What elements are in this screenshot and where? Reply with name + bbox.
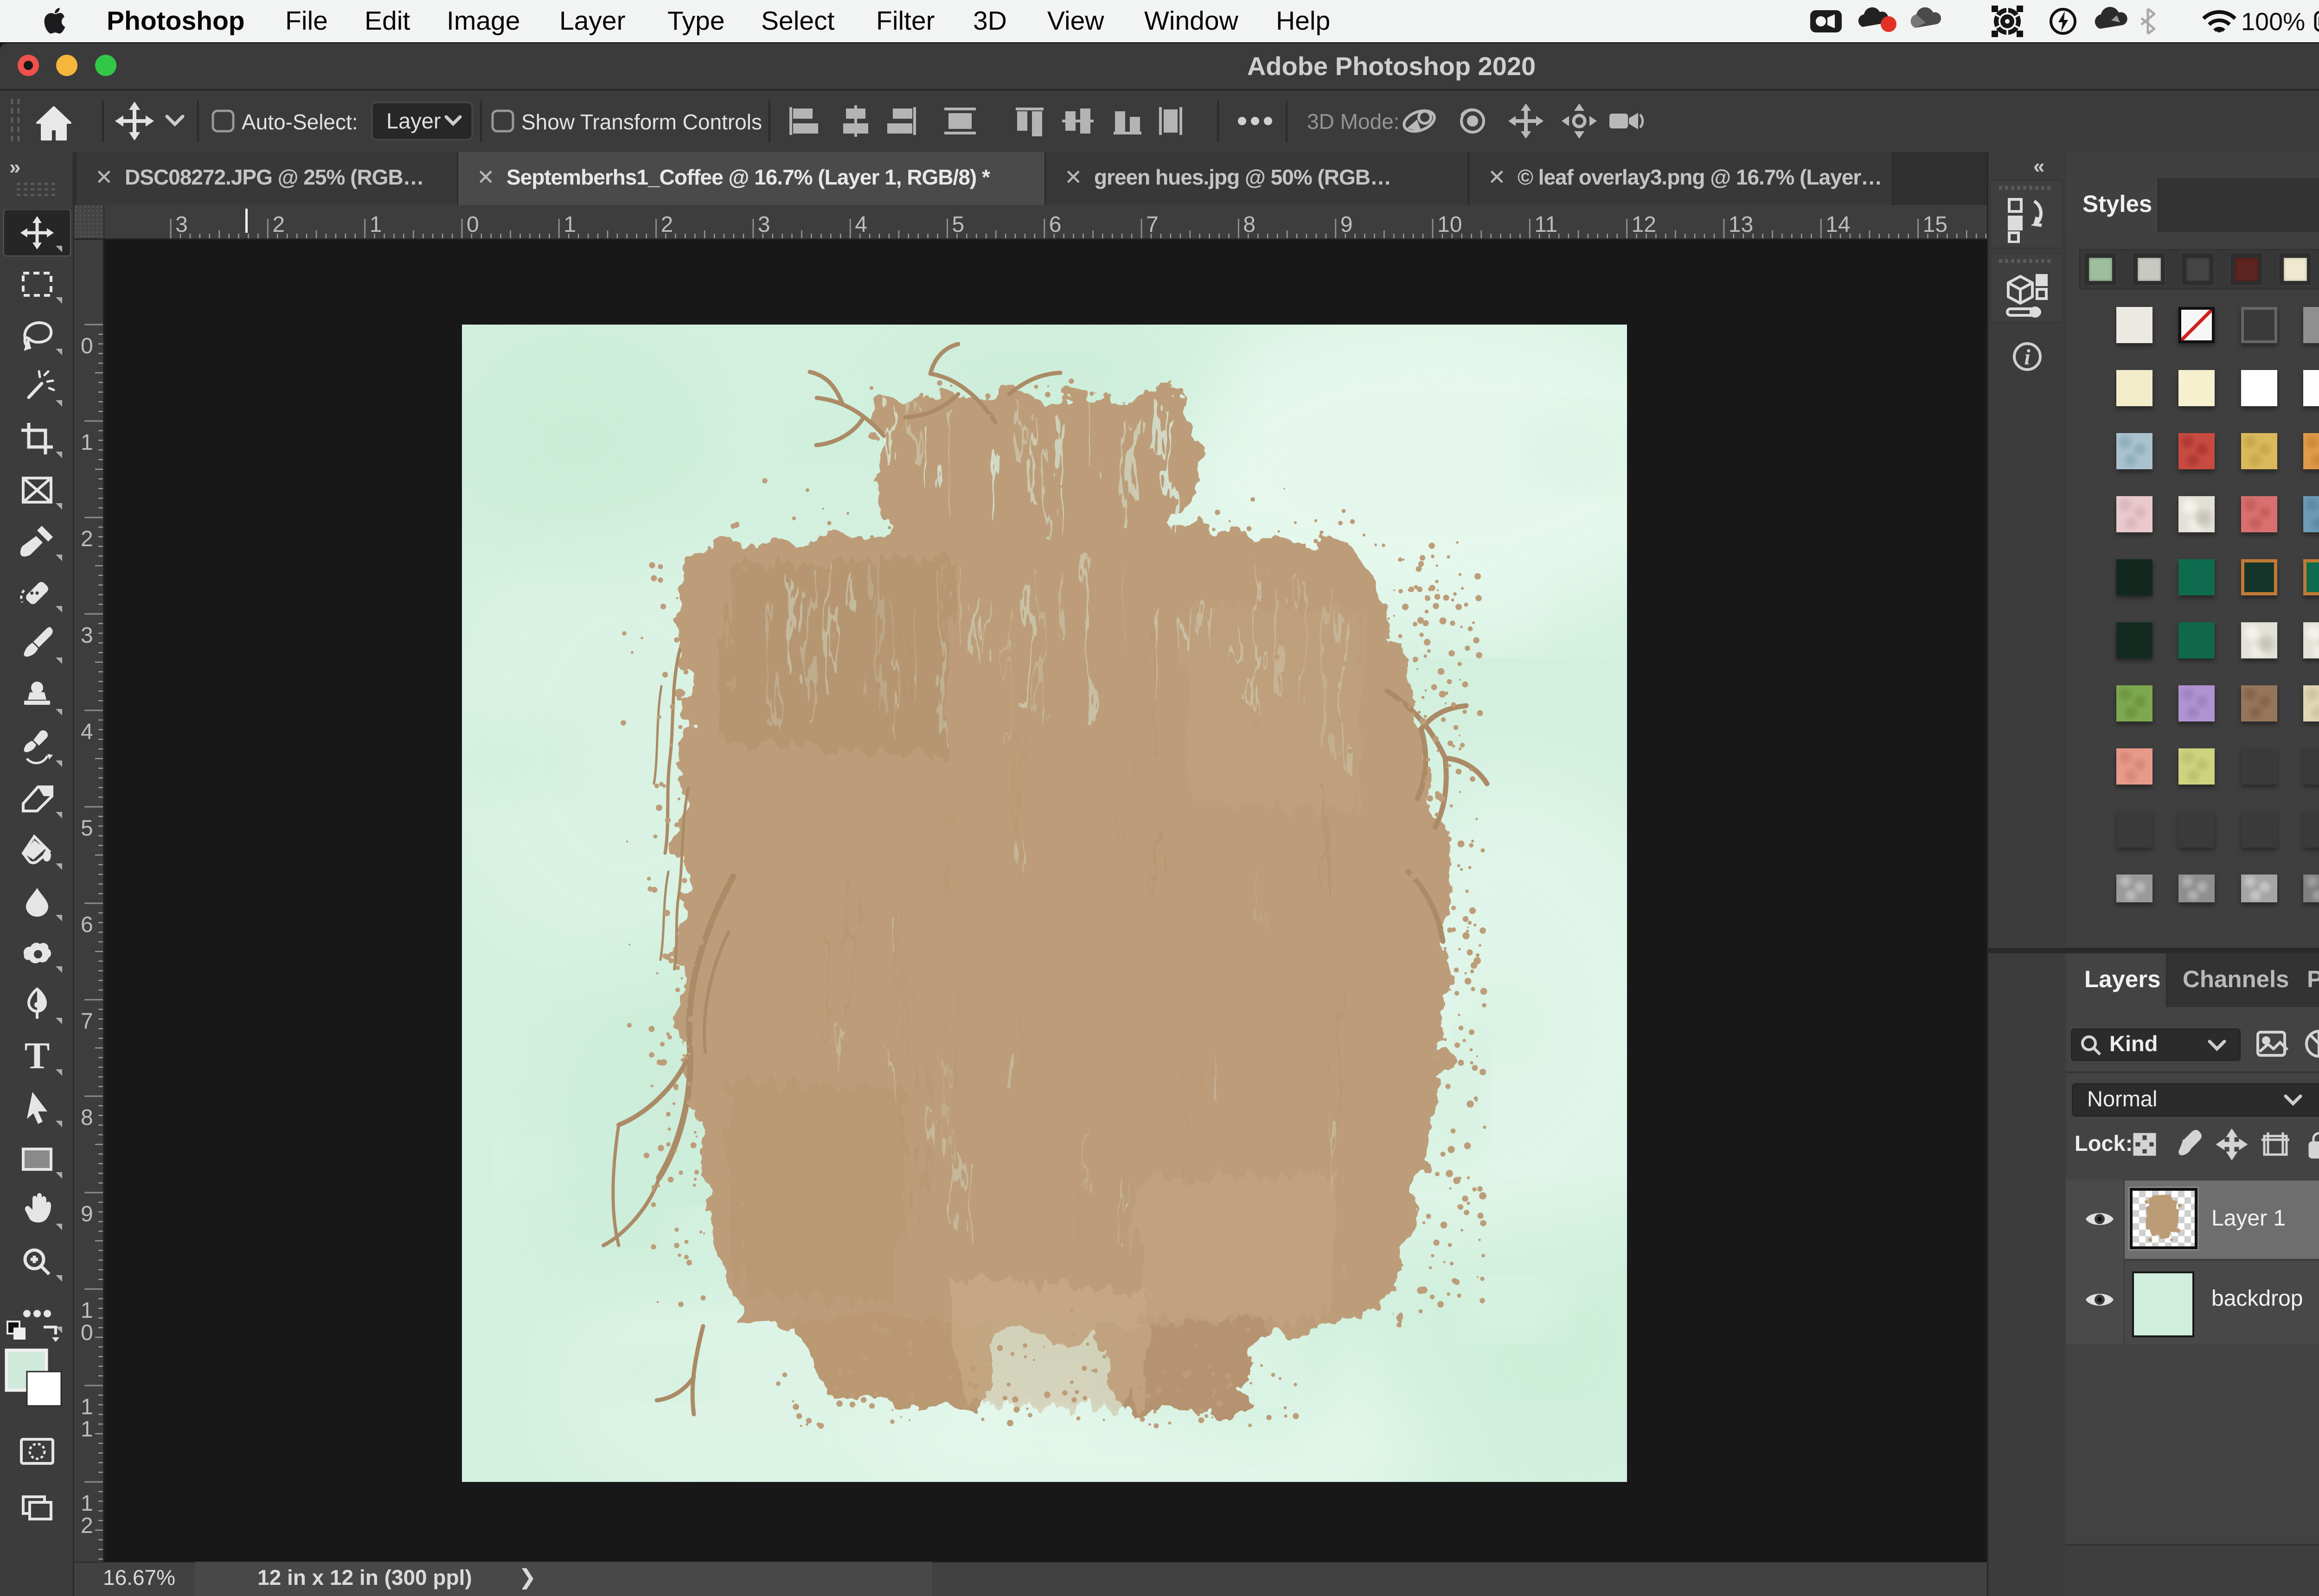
svg-text:4: 4 bbox=[855, 212, 867, 237]
svg-text:100%: 100% bbox=[2241, 8, 2305, 36]
svg-text:2: 2 bbox=[661, 212, 673, 237]
svg-text:2: 2 bbox=[81, 1513, 93, 1538]
svg-text:4: 4 bbox=[81, 720, 93, 744]
svg-text:1: 1 bbox=[81, 1417, 93, 1442]
svg-text:Show Transform Controls: Show Transform Controls bbox=[521, 110, 762, 134]
svg-text:T: T bbox=[25, 1034, 50, 1077]
svg-text:2: 2 bbox=[272, 212, 285, 237]
svg-text:Layer: Layer bbox=[386, 109, 441, 133]
svg-text:3: 3 bbox=[81, 623, 93, 648]
svg-text:0: 0 bbox=[467, 212, 479, 237]
svg-text:12: 12 bbox=[1632, 212, 1656, 237]
svg-text:3: 3 bbox=[175, 212, 188, 237]
svg-text:10: 10 bbox=[1437, 212, 1462, 237]
svg-text:3D Mode:: 3D Mode: bbox=[1307, 109, 1399, 134]
svg-text:13: 13 bbox=[1729, 212, 1753, 237]
svg-text:Auto-Select:: Auto-Select: bbox=[242, 110, 358, 134]
svg-text:6: 6 bbox=[81, 913, 93, 937]
svg-text:1: 1 bbox=[81, 1395, 93, 1419]
svg-text:5: 5 bbox=[81, 816, 93, 841]
svg-text:7: 7 bbox=[81, 1009, 93, 1034]
svg-text:2: 2 bbox=[81, 527, 93, 551]
svg-text:0: 0 bbox=[81, 1321, 93, 1345]
svg-text:0: 0 bbox=[81, 334, 93, 358]
svg-text:11: 11 bbox=[1534, 212, 1557, 237]
svg-text:14: 14 bbox=[1826, 212, 1850, 237]
svg-text:8: 8 bbox=[1243, 212, 1256, 237]
svg-text:15: 15 bbox=[1923, 212, 1947, 237]
svg-text:8: 8 bbox=[81, 1105, 93, 1130]
svg-text:9: 9 bbox=[81, 1202, 93, 1226]
svg-text:6: 6 bbox=[1049, 212, 1062, 237]
svg-text:1: 1 bbox=[81, 430, 93, 455]
svg-text:i: i bbox=[2024, 345, 2031, 370]
svg-text:1: 1 bbox=[81, 1491, 93, 1516]
svg-text:9: 9 bbox=[1340, 212, 1353, 237]
svg-text:1: 1 bbox=[370, 212, 382, 237]
svg-text:5: 5 bbox=[952, 212, 965, 237]
svg-text:1: 1 bbox=[81, 1298, 93, 1323]
svg-text:3: 3 bbox=[758, 212, 770, 237]
svg-text:7: 7 bbox=[1146, 212, 1159, 237]
svg-text:1: 1 bbox=[564, 212, 576, 237]
